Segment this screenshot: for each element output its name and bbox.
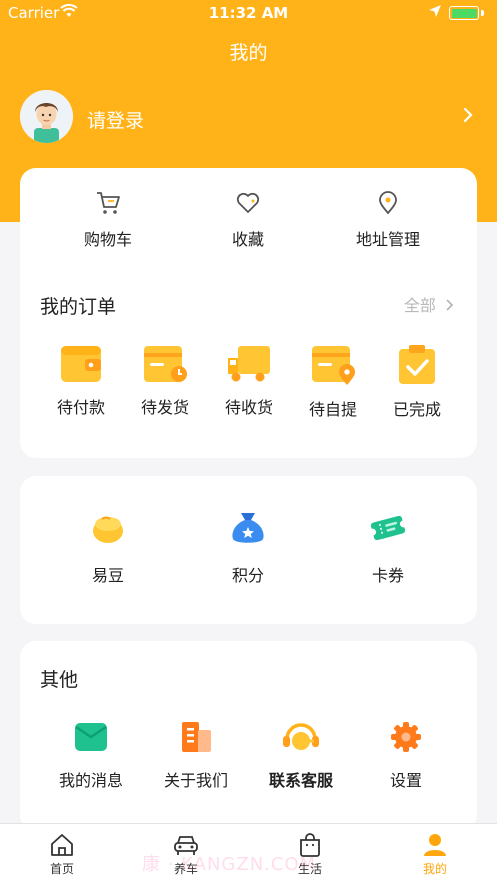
gear-icon: [391, 722, 421, 752]
order-completed[interactable]: 已完成: [375, 344, 459, 420]
order-pending-payment[interactable]: 待付款: [39, 344, 123, 418]
tab-mine-label: 我的: [422, 862, 447, 876]
my-messages-button[interactable]: 我的消息: [39, 719, 143, 791]
clock-time: 11:32 AM: [208, 4, 289, 22]
message-envelope-icon: [75, 723, 107, 751]
status-bar: Carrier 11:32 AM: [0, 0, 497, 26]
chevron-right-icon: [446, 299, 454, 311]
bean-icon: [93, 516, 123, 543]
tab-mine[interactable]: 我的: [373, 832, 497, 877]
order-pending-pickup[interactable]: 待自提: [291, 344, 375, 420]
chevron-right-icon[interactable]: [462, 105, 474, 130]
building-icon: [182, 722, 211, 752]
pending-receipt-label: 待收货: [224, 398, 273, 417]
beans-button[interactable]: 易豆: [48, 510, 168, 586]
heart-icon: [236, 192, 260, 213]
contact-support-button[interactable]: 联系客服: [249, 719, 353, 791]
coupons-button[interactable]: 卡券: [328, 510, 448, 586]
cart-button[interactable]: 购物车: [48, 168, 168, 250]
headset-icon: [283, 723, 319, 750]
settings-button[interactable]: 设置: [354, 719, 458, 791]
tab-home-label: 首页: [49, 862, 74, 876]
beans-label: 易豆: [91, 566, 124, 585]
watermark: 康 · KANGZN.COM: [142, 854, 317, 875]
home-icon: [51, 834, 73, 856]
tab-home[interactable]: 首页: [0, 832, 124, 877]
money-bag-icon: [232, 513, 264, 543]
avatar[interactable]: [20, 90, 73, 143]
person-icon: [424, 834, 446, 856]
others-title: 其他: [40, 669, 79, 691]
pending-payment-label: 待付款: [56, 398, 105, 417]
about-us-button[interactable]: 关于我们: [144, 719, 248, 791]
order-pending-receipt[interactable]: 待收货: [207, 344, 291, 418]
cart-label: 购物车: [83, 230, 132, 249]
orders-card: 购物车 收藏 地址管理 我的订单 全部 待付款 待发货 待收货 待自提 已完成: [20, 168, 477, 458]
favorites-button[interactable]: 收藏: [188, 168, 308, 250]
see-all-orders-link[interactable]: 全部: [404, 292, 455, 316]
others-card: 其他 我的消息 关于我们 联系客服 设置: [20, 641, 477, 831]
points-button[interactable]: 积分: [188, 510, 308, 586]
truck-icon: [228, 346, 270, 382]
pending-shipment-label: 待发货: [140, 398, 189, 417]
see-all-label: 全部: [403, 296, 436, 315]
settings-label: 设置: [389, 771, 422, 790]
clipboard-check-icon: [399, 345, 435, 384]
cart-icon: [97, 192, 120, 214]
page-title: 我的: [229, 42, 268, 64]
box-pin-icon: [312, 346, 355, 385]
address-label: 地址管理: [355, 230, 420, 249]
location-arrow-icon: [428, 4, 442, 22]
location-pin-icon: [379, 191, 397, 215]
coupon-icon: [369, 515, 407, 541]
box-clock-icon: [144, 346, 187, 382]
login-link[interactable]: 请登录: [87, 106, 144, 133]
wallet-icon: [61, 346, 101, 382]
battery-icon: [449, 6, 479, 20]
my-messages-label: 我的消息: [58, 771, 123, 790]
about-us-label: 关于我们: [163, 771, 228, 790]
assets-card: 易豆 积分 卡券: [20, 476, 477, 624]
battery-tip: [481, 10, 484, 16]
orders-title: 我的订单: [40, 296, 117, 318]
completed-label: 已完成: [392, 400, 441, 419]
address-button[interactable]: 地址管理: [328, 168, 448, 250]
contact-support-label: 联系客服: [268, 771, 333, 790]
points-label: 积分: [231, 566, 264, 585]
coupons-label: 卡券: [371, 566, 404, 585]
pending-pickup-label: 待自提: [308, 400, 357, 419]
favorites-label: 收藏: [231, 230, 264, 249]
order-pending-shipment[interactable]: 待发货: [123, 344, 207, 418]
